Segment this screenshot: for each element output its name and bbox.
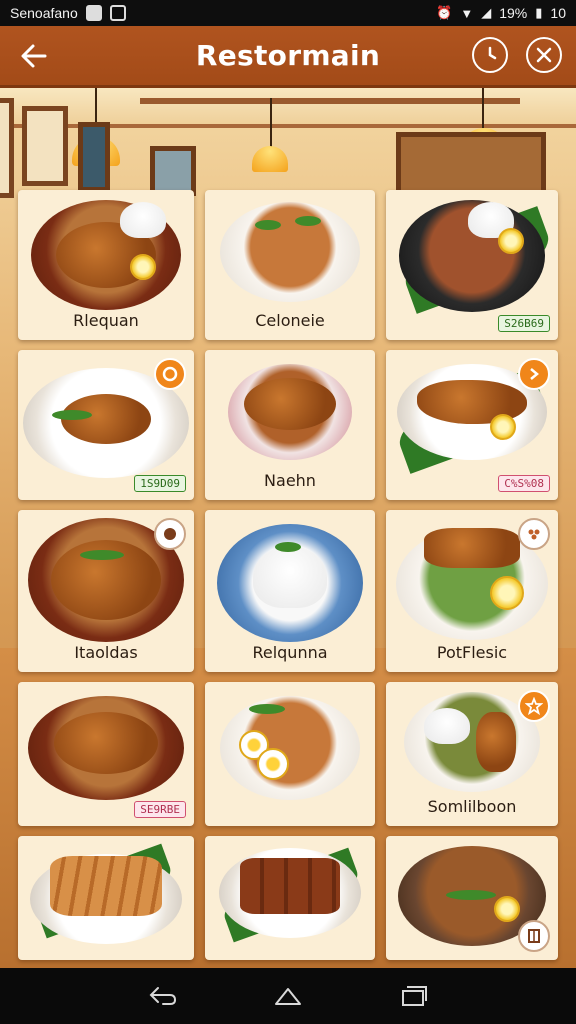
price-tag: C%S%08 (498, 475, 550, 492)
menu-item-card[interactable]: Relqunna (205, 510, 375, 672)
dish-lemon (494, 896, 520, 922)
menu-item-label: Somlilboon (427, 797, 517, 816)
menu-item-card[interactable]: Somlilboon (386, 682, 558, 826)
ceiling-beam (140, 98, 520, 104)
meat-icon (164, 528, 176, 540)
star-icon (525, 697, 543, 715)
dish-greens (255, 220, 281, 230)
status-bar: Senoafano ⏰ ▼ ◢ 19% ▮ 10 (0, 0, 576, 26)
clock-icon (488, 46, 497, 60)
history-button[interactable] (472, 37, 508, 73)
dish-greens (446, 890, 496, 900)
menu-item-label: Itaoldas (74, 643, 138, 662)
menu-item-label: Relqunna (252, 643, 328, 662)
menu-item-card[interactable]: C%S%08 (386, 350, 558, 500)
carrier-name: Senoafano (10, 5, 78, 21)
arrow-right-icon (530, 368, 539, 380)
close-button[interactable] (526, 37, 562, 73)
arrow-left-icon (21, 44, 47, 68)
dish-lemon (490, 576, 524, 610)
dish-food (424, 528, 520, 568)
signal-icon: ◢ (481, 5, 492, 20)
dish-rice (120, 202, 166, 238)
spice-icon (528, 529, 540, 540)
dish-food (244, 378, 336, 430)
lamp-cord (482, 88, 484, 128)
dish-lemon (130, 254, 156, 280)
price-tag: 1S9D09 (134, 475, 186, 492)
menu-item-label: Celoneie (255, 311, 325, 330)
nav-home-button[interactable] (268, 976, 308, 1016)
special-badge (518, 358, 550, 390)
window (150, 146, 196, 196)
dish-lemon (498, 228, 524, 254)
battery-icon: ▮ (535, 5, 543, 20)
dish-greens (52, 410, 92, 420)
wall-art (0, 98, 14, 198)
nav-home-icon (274, 988, 301, 1005)
menu-item-label: PotFlesic (436, 643, 508, 662)
wooden-pavilion (396, 132, 546, 196)
app-notification-icon (109, 5, 126, 21)
pendant-lamp (252, 146, 288, 172)
favorite-badge (518, 690, 550, 722)
dish-food (54, 712, 158, 774)
nav-back-button[interactable] (143, 976, 183, 1016)
menu-grid: Rlequan Celoneie S26B69 1S9D09 Naehn C%S… (18, 190, 560, 960)
menu-item-card[interactable]: 1S9D09 (18, 350, 194, 500)
menu-item-card[interactable]: Rlequan (18, 190, 194, 340)
menu-item-card[interactable]: SE9RBE (18, 682, 194, 826)
back-button[interactable] (14, 38, 54, 74)
category-badge (518, 518, 550, 550)
clock-time: 10 (550, 5, 566, 21)
dish-egg (257, 748, 289, 780)
info-badge (518, 920, 550, 952)
menu-item-card[interactable] (386, 836, 558, 960)
dish-food (476, 712, 516, 772)
nav-recents-button[interactable] (393, 976, 433, 1016)
dish-image (220, 202, 360, 302)
battery-level: 19% (499, 5, 528, 21)
menu-item-card[interactable]: PotFlesic (386, 510, 558, 672)
special-badge (154, 358, 186, 390)
nav-recents-icon (402, 986, 428, 1006)
menu-book-icon (528, 929, 540, 943)
dish-greens (80, 550, 124, 560)
wall-art (22, 106, 68, 186)
menu-item-card[interactable]: Naehn (205, 350, 375, 500)
menu-item-card[interactable] (205, 836, 375, 960)
app-header: Restormain (0, 26, 576, 88)
dish-greens (295, 216, 321, 226)
window (78, 122, 110, 192)
price-tag: SE9RBE (134, 801, 186, 818)
menu-item-card[interactable]: Celoneie (205, 190, 375, 340)
menu-item-card[interactable]: Itaoldas (18, 510, 194, 672)
lamp-cord (270, 98, 272, 148)
menu-item-label: Naehn (264, 471, 316, 490)
notification-icon (85, 5, 102, 21)
dish-food (50, 856, 162, 916)
dish-lemon (490, 414, 516, 440)
alarm-icon: ⏰ (436, 5, 453, 20)
menu-item-card[interactable]: S26B69 (386, 190, 558, 340)
dish-rice (253, 546, 327, 608)
dish-greens (275, 542, 301, 552)
menu-item-card[interactable] (18, 836, 194, 960)
system-navigation-bar (0, 968, 576, 1024)
price-tag: S26B69 (498, 315, 550, 332)
close-icon (536, 47, 552, 63)
menu-item-card[interactable] (205, 682, 375, 826)
wifi-icon: ▼ (460, 5, 474, 21)
category-badge (154, 518, 186, 550)
chili-icon (162, 366, 178, 382)
dish-rice (424, 708, 470, 744)
dish-food (240, 858, 340, 914)
dish-greens (249, 704, 285, 714)
page-title: Restormain (195, 39, 381, 72)
nav-back-icon (149, 987, 176, 1005)
menu-item-label: Rlequan (73, 311, 139, 330)
